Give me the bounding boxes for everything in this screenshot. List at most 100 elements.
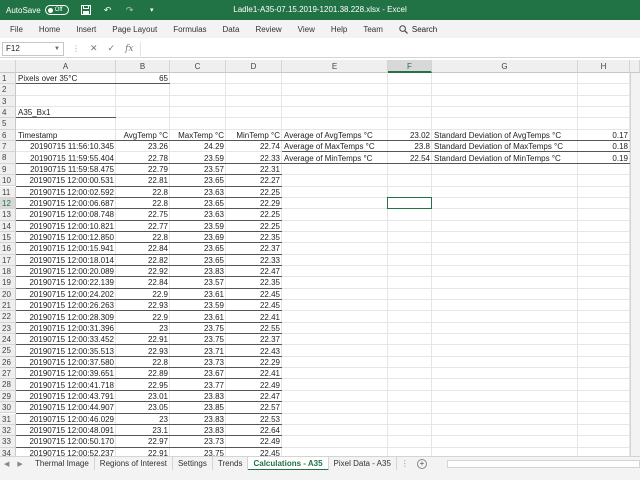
row-header-5[interactable]: 5 [0, 118, 16, 130]
cell-border [16, 219, 282, 221]
cancel-icon[interactable]: ✕ [90, 43, 98, 54]
search-box[interactable]: Search [399, 25, 437, 34]
column-header-b[interactable]: B [116, 60, 170, 73]
row-header-1[interactable]: 1 [0, 73, 16, 85]
row-header-2[interactable]: 2 [0, 84, 16, 96]
sheet-tab-regions-of-interest[interactable]: Regions of Interest [95, 456, 173, 471]
more-sheets-icon[interactable]: ⋮ [401, 459, 409, 468]
row-header-8[interactable]: 8 [0, 152, 16, 164]
formula-input[interactable] [139, 41, 640, 56]
row-header-11[interactable]: 11 [0, 186, 16, 198]
row-header-15[interactable]: 15 [0, 231, 16, 244]
row-header-26[interactable]: 26 [0, 356, 16, 369]
maxtemp-cell[interactable]: 24.29 [170, 141, 226, 152]
select-all-corner[interactable] [0, 60, 16, 73]
search-label: Search [411, 24, 438, 34]
prev-sheet-icon[interactable]: ◀ [4, 460, 9, 468]
timestamp-cell[interactable]: 20190715 12:00:52.237 [16, 448, 116, 456]
worksheet-grid[interactable]: A B C D E F G H 1 2 3 4 5 6 7 8 9 10 11 12 13 14 15 16 17 18 19 20 2… [0, 60, 640, 456]
row-header-31[interactable]: 31 [0, 413, 16, 425]
row-header-21[interactable]: 21 [0, 300, 16, 312]
maxtemp-cell[interactable]: 23.75 [170, 448, 226, 456]
timestamp-cell[interactable]: 20190715 11:56:10.345 [16, 141, 116, 152]
column-header-a[interactable]: A [16, 60, 116, 73]
cell-border [16, 196, 282, 198]
sheet-tab-pixel-data-a35[interactable]: Pixel Data - A35 [329, 456, 397, 471]
row-header-4[interactable]: 4 [0, 107, 16, 119]
column-header-g[interactable]: G [432, 60, 578, 73]
name-box-value: F12 [6, 44, 20, 53]
cell-border [16, 253, 282, 255]
mintemp-cell[interactable]: 22.45 [226, 448, 282, 456]
column-header-filler [630, 60, 640, 73]
sheet-tab-settings[interactable]: Settings [173, 456, 213, 471]
sheet-tab-trends[interactable]: Trends [213, 456, 249, 471]
row-header-19[interactable]: 19 [0, 277, 16, 289]
redo-icon[interactable]: ↷ [125, 5, 135, 15]
column-header-e[interactable]: E [282, 60, 388, 73]
tab-file[interactable]: File [0, 25, 31, 34]
cell-border [16, 162, 282, 164]
row-header-33[interactable]: 33 [0, 436, 16, 448]
sheet-tab-thermal-image[interactable]: Thermal Image [30, 456, 95, 471]
mintemp-cell[interactable]: 22.74 [226, 141, 282, 152]
row-header-27[interactable]: 27 [0, 368, 16, 380]
row-header-9[interactable]: 9 [0, 163, 16, 176]
tab-formulas[interactable]: Formulas [165, 25, 214, 34]
cell-border [16, 367, 282, 369]
row-header-16[interactable]: 16 [0, 243, 16, 255]
row-header-25[interactable]: 25 [0, 345, 16, 357]
row-header-6[interactable]: 6 [0, 129, 16, 142]
enter-icon[interactable]: ✓ [108, 43, 116, 54]
horizontal-scrollbar[interactable] [446, 459, 640, 468]
undo-icon[interactable]: ↶ [103, 5, 113, 15]
tab-view[interactable]: View [290, 25, 323, 34]
column-header-h[interactable]: H [578, 60, 630, 73]
avgtemp-cell[interactable]: 22.91 [116, 448, 170, 456]
tab-review[interactable]: Review [247, 25, 289, 34]
row-header-28[interactable]: 28 [0, 379, 16, 391]
selected-cell-f12[interactable] [387, 196, 432, 210]
tab-data[interactable]: Data [215, 25, 248, 34]
row-header-22[interactable]: 22 [0, 311, 16, 323]
vertical-scrollbar[interactable] [630, 73, 640, 456]
row-header-18[interactable]: 18 [0, 265, 16, 278]
row-header-23[interactable]: 23 [0, 322, 16, 335]
avgtemp-cell[interactable]: 23.26 [116, 141, 170, 152]
name-box[interactable]: F12 ▼ [2, 41, 64, 56]
row-header-3[interactable]: 3 [0, 95, 16, 108]
autosave-state: Off [54, 7, 63, 13]
cell-border [282, 162, 630, 164]
row-header-20[interactable]: 20 [0, 288, 16, 300]
column-header-d[interactable]: D [226, 60, 282, 73]
row-header-29[interactable]: 29 [0, 390, 16, 403]
save-icon[interactable] [80, 5, 91, 15]
row-header-13[interactable]: 13 [0, 209, 16, 221]
status-bar [0, 470, 640, 480]
insert-function-icon[interactable]: fx [125, 44, 133, 54]
customize-toolbar-icon[interactable]: ▾ [147, 5, 157, 15]
tab-insert[interactable]: Insert [68, 25, 104, 34]
tab-page-layout[interactable]: Page Layout [104, 25, 165, 34]
row-header-14[interactable]: 14 [0, 220, 16, 232]
row-header-12[interactable]: 12 [0, 197, 16, 210]
row-header-17[interactable]: 17 [0, 254, 16, 266]
add-sheet-icon[interactable]: + [416, 458, 427, 469]
tab-help[interactable]: Help [323, 25, 355, 34]
tab-home[interactable]: Home [31, 25, 68, 34]
next-sheet-icon[interactable]: ▶ [17, 460, 22, 468]
row-header-34[interactable]: 34 [0, 447, 16, 456]
row-header-32[interactable]: 32 [0, 424, 16, 437]
row-header-24[interactable]: 24 [0, 334, 16, 346]
column-header-c[interactable]: C [170, 60, 226, 73]
row-header-10[interactable]: 10 [0, 175, 16, 187]
autosave-control[interactable]: AutoSave Off [0, 5, 69, 15]
tab-team[interactable]: Team [355, 25, 391, 34]
row-header-7[interactable]: 7 [0, 141, 16, 153]
autosave-toggle[interactable]: Off [44, 5, 69, 15]
cell-border [16, 83, 170, 85]
row-header-30[interactable]: 30 [0, 402, 16, 414]
column-header-f[interactable]: F [388, 60, 432, 73]
chevron-down-icon[interactable]: ▼ [54, 46, 60, 52]
sheet-tab-calculations-a35[interactable]: Calculations - A35 [248, 456, 329, 471]
